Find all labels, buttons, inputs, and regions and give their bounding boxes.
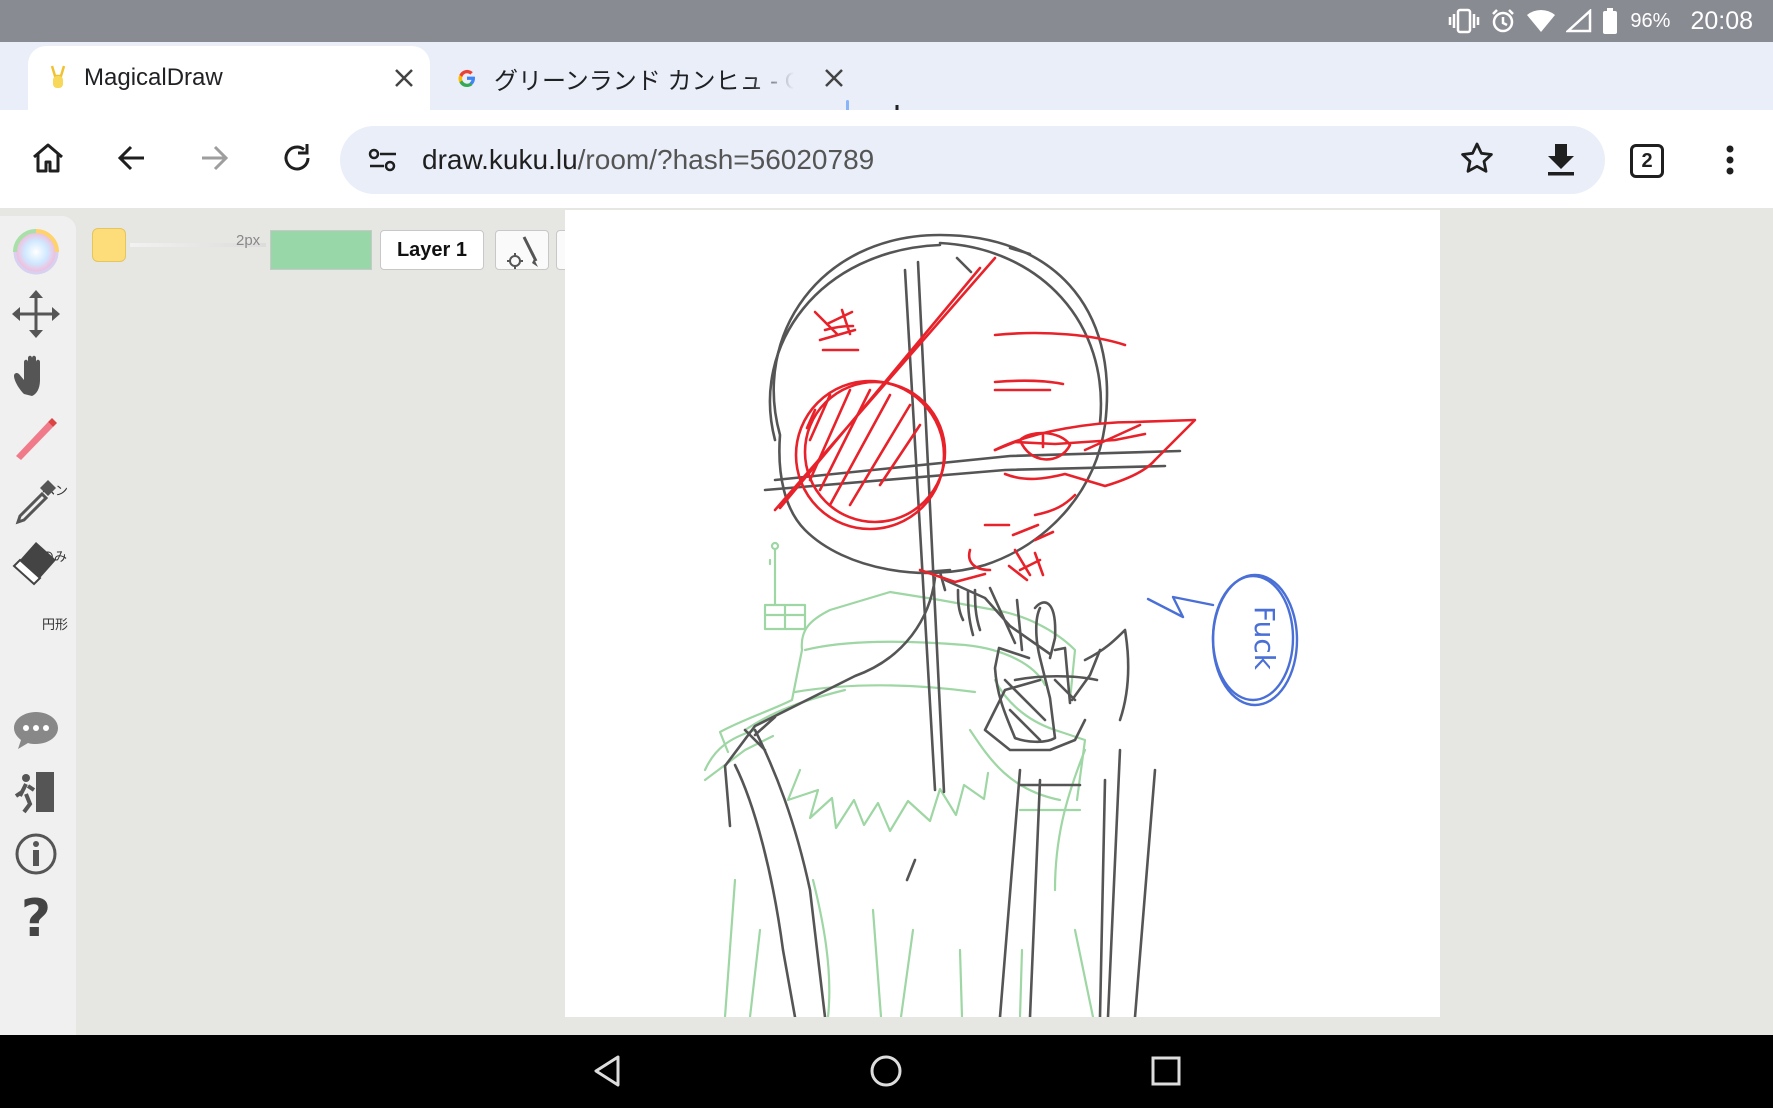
browser-toolbar: draw.kuku.lu/room/?hash=56020789 2 <box>0 110 1773 208</box>
color-wheel-icon[interactable] <box>10 226 62 278</box>
address-bar[interactable]: draw.kuku.lu/room/?hash=56020789 <box>340 126 1605 194</box>
site-settings-icon[interactable] <box>368 146 398 174</box>
recents-nav-icon[interactable] <box>1146 1051 1186 1091</box>
forward-button[interactable] <box>194 138 234 178</box>
brush-settings-button[interactable] <box>495 230 549 270</box>
google-favicon <box>458 69 475 88</box>
eraser-label: 円形 <box>42 617 69 632</box>
hand-icon[interactable] <box>10 350 62 402</box>
tab-title: MagicalDraw <box>84 64 223 91</box>
help-icon[interactable]: ? <box>10 890 62 942</box>
back-nav-icon[interactable] <box>588 1051 628 1091</box>
tab-google-search[interactable]: グリーンランド カンヒュ - G <box>440 46 860 110</box>
download-icon[interactable] <box>1542 140 1580 178</box>
clock: 20:08 <box>1690 6 1753 35</box>
close-icon[interactable] <box>392 66 416 90</box>
status-bar: 96% 20:08 <box>0 0 1773 42</box>
vibrate-icon <box>1449 8 1480 34</box>
layer-button[interactable]: Layer 1 <box>380 230 484 270</box>
tab-title: グリーンランド カンヒュ - G <box>494 67 794 95</box>
battery-icon <box>1603 8 1618 34</box>
magicaldraw-app: ペン 色のみ 円形 ? 2px Layer 1 <box>0 208 1773 1035</box>
brush-settings-icon <box>507 236 538 269</box>
back-button[interactable] <box>112 138 152 178</box>
url-host: draw.kuku.lu <box>422 144 578 175</box>
battery-percent: 96% <box>1630 9 1671 32</box>
move-icon[interactable] <box>10 288 62 340</box>
tab-strip: MagicalDraw グリーンランド カンヒュ - G <box>0 42 1773 132</box>
url-text[interactable]: draw.kuku.lu/room/?hash=56020789 <box>422 144 874 176</box>
svg-text:?: ? <box>21 890 51 942</box>
magicaldraw-favicon <box>50 65 66 88</box>
wifi-icon <box>1527 9 1556 33</box>
tab-magicaldraw[interactable]: MagicalDraw <box>28 46 430 110</box>
status-icons: 96% 20:08 <box>1448 6 1753 36</box>
speech-bubble-text: Fuck <box>1248 606 1281 671</box>
brush-size-slider[interactable] <box>130 243 266 247</box>
reload-button[interactable] <box>277 138 317 178</box>
brush-color-swatch[interactable] <box>92 228 126 262</box>
bookmark-star-icon[interactable] <box>1458 140 1496 178</box>
canvas-drawing: Fuck <box>703 233 1299 1019</box>
more-menu-icon[interactable] <box>1714 140 1746 180</box>
tab-switcher-button[interactable]: 2 <box>1630 144 1664 178</box>
eraser-icon[interactable] <box>10 536 62 588</box>
drawing-canvas[interactable]: Fuck <box>565 210 1440 1019</box>
eyedropper-icon[interactable] <box>10 474 62 526</box>
exit-room-icon[interactable] <box>10 766 62 818</box>
alarm-icon <box>1492 9 1515 33</box>
android-nav-bar <box>0 1035 1773 1108</box>
home-button[interactable] <box>28 138 68 178</box>
tool-palette: ペン 色のみ 円形 ? <box>0 216 76 1035</box>
pen-icon[interactable] <box>10 412 62 464</box>
opacity-swatch[interactable] <box>270 230 372 270</box>
url-path: /room/?hash=56020789 <box>577 144 875 175</box>
info-icon[interactable] <box>10 828 62 880</box>
chat-icon[interactable] <box>10 704 62 756</box>
home-nav-icon[interactable] <box>866 1051 906 1091</box>
close-icon[interactable] <box>822 66 846 90</box>
cell-signal-icon <box>1566 9 1592 33</box>
